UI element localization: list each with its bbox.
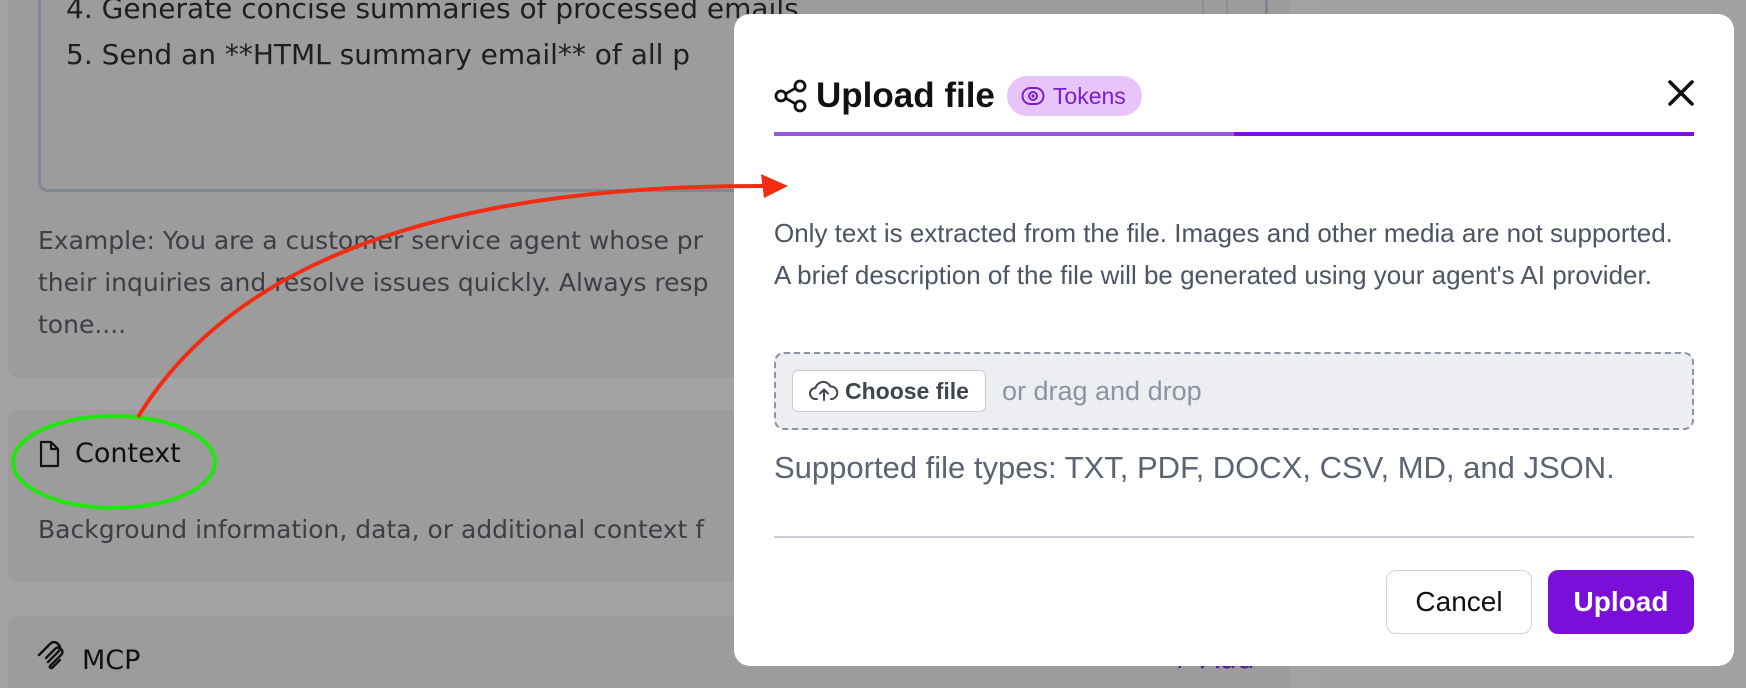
- prompt-line: 4. Generate concise summaries of process…: [66, 0, 799, 25]
- context-description: Background information, data, or additio…: [38, 515, 705, 544]
- cloud-upload-icon: [809, 380, 839, 401]
- example-text-line: tone....: [38, 310, 127, 339]
- step-progress-bar: [774, 132, 1694, 136]
- modal-title: Upload file: [816, 76, 995, 115]
- example-text-line: their inquiries and resolve issues quick…: [38, 268, 709, 297]
- eye-icon: [1021, 87, 1045, 105]
- supported-file-types: Supported file types: TXT, PDF, DOCX, CS…: [774, 450, 1615, 485]
- page: 4. Generate concise summaries of process…: [0, 0, 1746, 688]
- context-title: Context: [75, 438, 181, 469]
- tokens-badge-label: Tokens: [1052, 82, 1126, 109]
- prompt-line: 5. Send an **HTML summary email** of all…: [66, 38, 691, 71]
- file-dropzone[interactable]: Choose file or drag and drop: [774, 352, 1694, 430]
- upload-description: Only text is extracted from the file. Im…: [774, 218, 1673, 290]
- drag-drop-text: or drag and drop: [1001, 375, 1202, 406]
- upload-button[interactable]: Upload: [1548, 570, 1694, 634]
- share-nodes-icon: [774, 79, 807, 113]
- footer-divider: [774, 536, 1694, 538]
- tokens-badge: Tokens: [1006, 76, 1142, 116]
- choose-file-button[interactable]: Choose file: [792, 370, 986, 412]
- modal-header: Upload file Tokens: [774, 72, 1142, 120]
- upload-file-modal: Upload file Tokens Only text is extracte…: [734, 14, 1734, 666]
- example-text-line: Example: You are a customer service agen…: [38, 226, 703, 255]
- close-icon[interactable]: [1664, 76, 1698, 110]
- mcp-title: MCP: [82, 645, 141, 676]
- choose-file-label: Choose file: [845, 377, 969, 404]
- cancel-button[interactable]: Cancel: [1386, 570, 1532, 634]
- step-progress-fill: [774, 132, 1234, 136]
